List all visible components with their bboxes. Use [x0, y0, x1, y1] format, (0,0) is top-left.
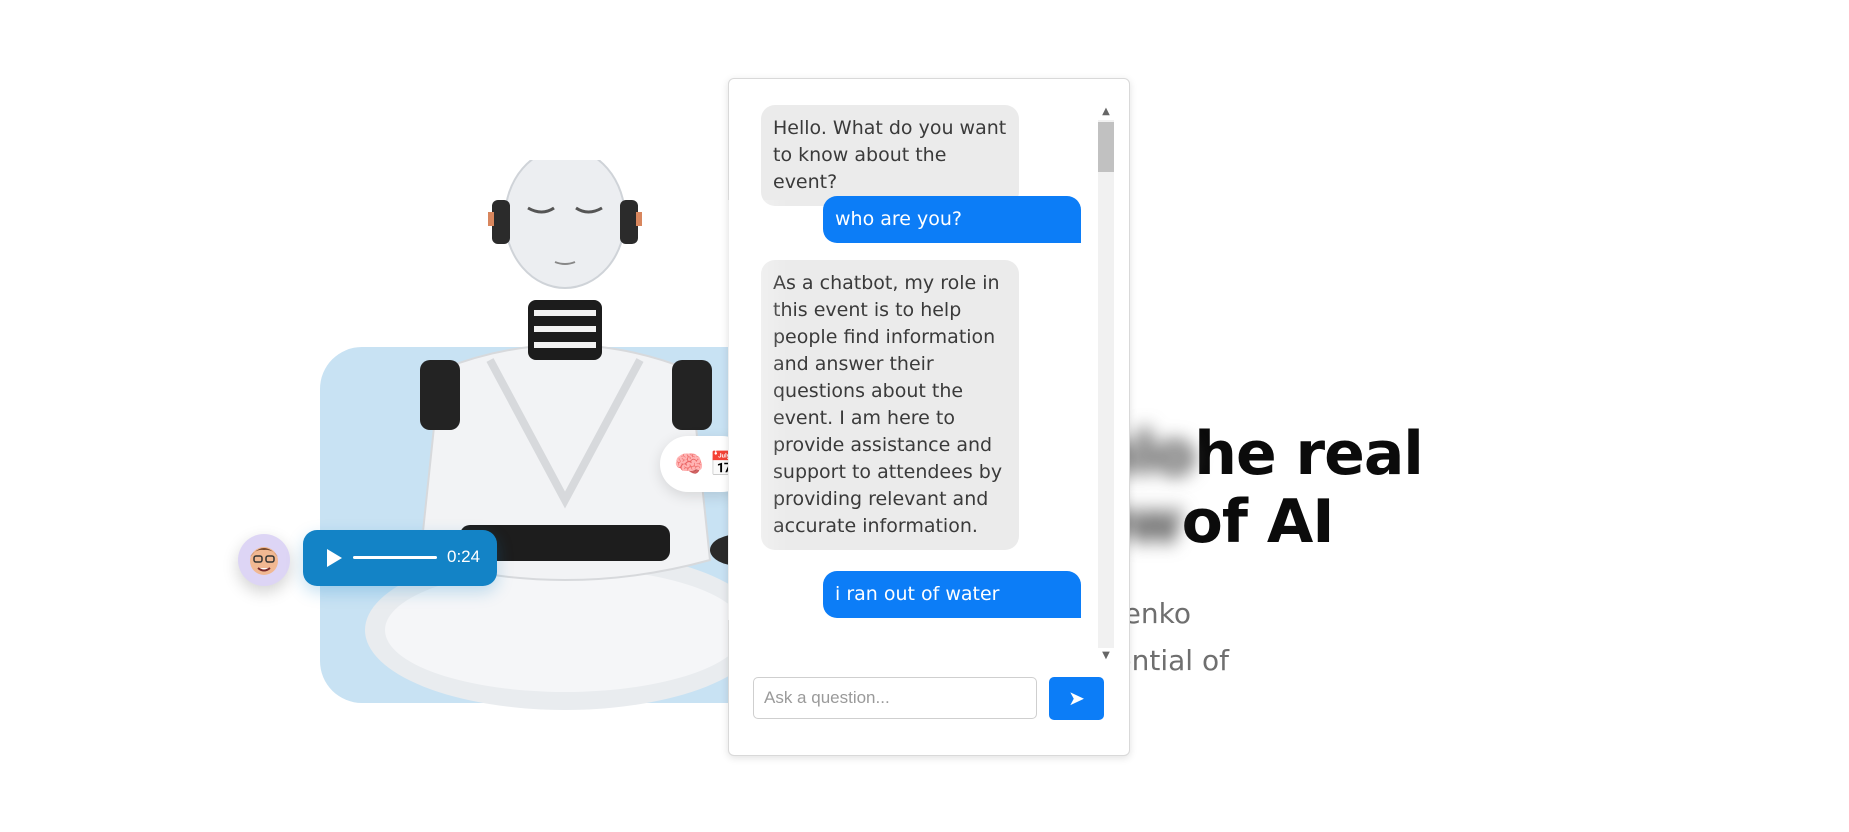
chat-message-user: who are you?	[823, 196, 1081, 243]
chat-message-bot: As a chatbot, my role in this event is t…	[761, 260, 1019, 550]
chat-message-list[interactable]: Hello. What do you want to know about th…	[751, 105, 1101, 659]
chat-message-user: i ran out of water	[823, 571, 1081, 618]
chat-panel: Hello. What do you want to know about th…	[728, 78, 1130, 756]
memoji-avatar-icon	[238, 534, 290, 586]
scroll-track[interactable]	[1098, 120, 1114, 648]
brain-icon: 🧠	[674, 450, 704, 478]
chat-question-input[interactable]	[753, 677, 1037, 719]
scroll-thumb[interactable]	[1098, 122, 1114, 172]
scroll-up-icon[interactable]: ▲	[1097, 104, 1115, 120]
voice-progress-track[interactable]	[353, 556, 437, 559]
scroll-down-icon[interactable]: ▼	[1097, 648, 1115, 664]
voice-duration: 0:24	[447, 547, 481, 566]
chat-scrollbar[interactable]: ▲ ▼	[1097, 104, 1115, 664]
hero-title-line2: of AI	[1181, 487, 1335, 557]
send-button[interactable]: ➤	[1049, 677, 1104, 720]
play-icon[interactable]	[327, 549, 342, 567]
hero-title-line1: he real	[1194, 419, 1424, 489]
voice-message[interactable]: 0:24	[303, 530, 497, 586]
chat-message-bot: Hello. What do you want to know about th…	[761, 105, 1019, 206]
